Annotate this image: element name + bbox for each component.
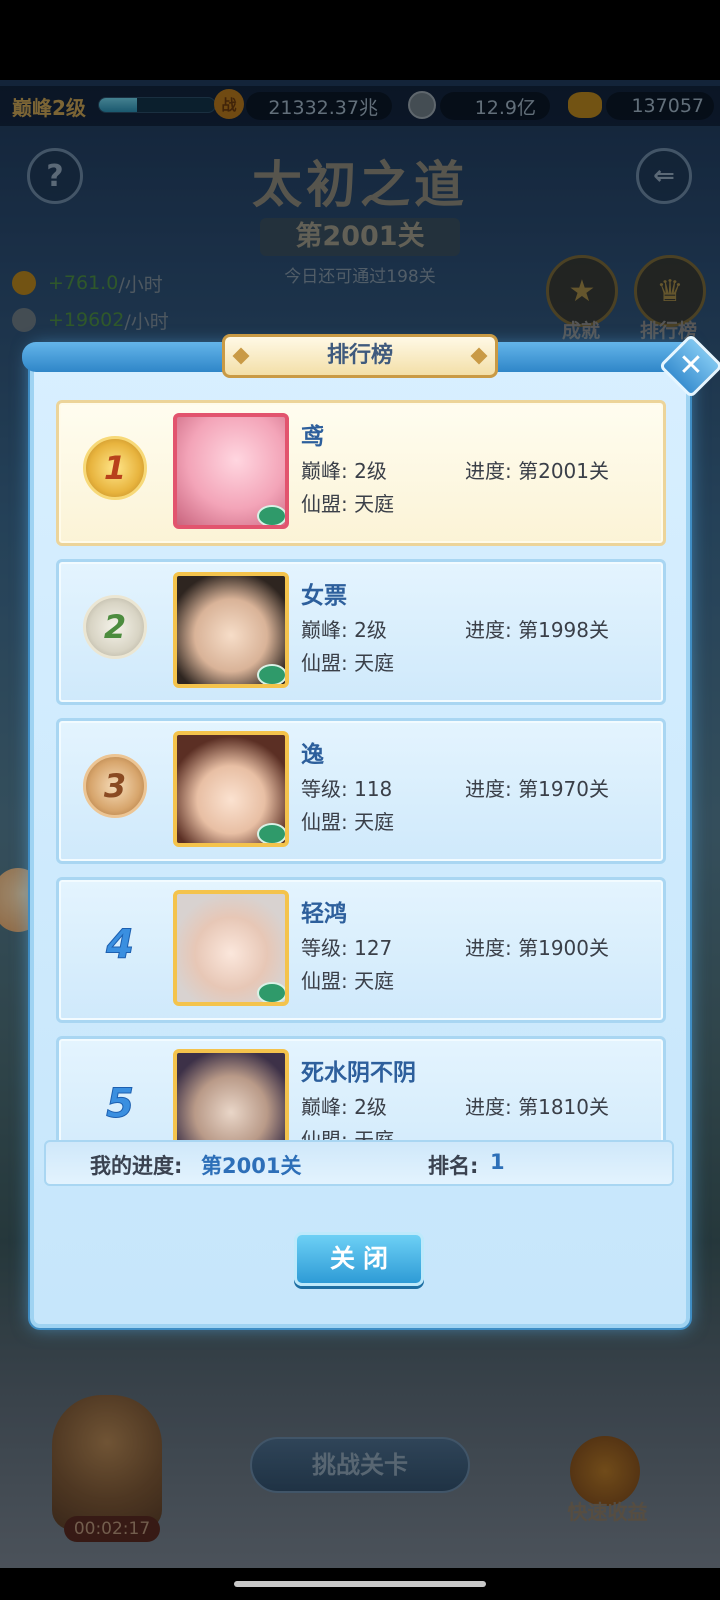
player-level: 巅峰: 2级	[301, 459, 387, 483]
diamond-ornament-right	[470, 347, 488, 365]
player-name: 逸	[301, 742, 324, 768]
panel-title-plate: 排行榜	[222, 334, 498, 378]
silver-medal-icon: 2	[83, 595, 147, 659]
avatar[interactable]	[173, 890, 289, 1006]
player-progress: 进度: 第1998关	[465, 618, 609, 642]
alliance-badge-icon	[257, 505, 285, 525]
alliance-badge-icon	[257, 664, 285, 684]
player-level: 等级: 127	[301, 936, 393, 960]
avatar[interactable]	[173, 731, 289, 847]
player-name: 轻鸿	[301, 901, 347, 927]
bronze-medal-icon: 3	[83, 754, 147, 818]
close-button[interactable]: 关闭	[294, 1232, 424, 1286]
home-indicator[interactable]	[234, 1581, 486, 1587]
close-icon: ✕	[678, 348, 704, 383]
player-alliance: 仙盟: 天庭	[301, 651, 395, 675]
rank-number: 4	[106, 922, 135, 969]
leaderboard-entry[interactable]: 2 女票 巅峰: 2级 进度: 第1998关 仙盟: 天庭	[56, 559, 666, 705]
player-level: 巅峰: 2级	[301, 1095, 387, 1119]
player-level: 等级: 118	[301, 777, 393, 801]
gold-medal-icon: 1	[83, 436, 147, 500]
leaderboard-entry[interactable]: 4 轻鸿 等级: 127 进度: 第1900关 仙盟: 天庭	[56, 877, 666, 1023]
player-progress: 进度: 第1970关	[465, 777, 609, 801]
diamond-ornament-left	[232, 347, 250, 365]
leaderboard-list[interactable]: 1 鸢 巅峰: 2级 进度: 第2001关 仙盟: 天庭 2 女票 巅峰: 2级…	[54, 400, 668, 1158]
player-alliance: 仙盟: 天庭	[301, 969, 395, 993]
alliance-badge-icon	[257, 823, 285, 843]
status-bar-area	[0, 0, 720, 80]
my-rank-value: 1	[490, 1150, 505, 1174]
player-name: 死水阴不阴	[301, 1060, 416, 1086]
avatar[interactable]	[173, 413, 289, 529]
alliance-badge-icon	[257, 982, 285, 1002]
player-alliance: 仙盟: 天庭	[301, 810, 395, 834]
panel-title: 排行榜	[326, 343, 393, 368]
player-progress: 进度: 第1810关	[465, 1095, 609, 1119]
avatar[interactable]	[173, 572, 289, 688]
player-progress: 进度: 第1900关	[465, 936, 609, 960]
player-alliance: 仙盟: 天庭	[301, 492, 395, 516]
my-rank-label: 排名:	[428, 1154, 479, 1178]
rank-number: 5	[106, 1081, 135, 1128]
player-name: 女票	[301, 583, 347, 609]
my-progress-label: 我的进度:	[90, 1154, 183, 1178]
player-level: 巅峰: 2级	[301, 618, 387, 642]
player-progress: 进度: 第2001关	[465, 459, 609, 483]
leaderboard-entry[interactable]: 1 鸢 巅峰: 2级 进度: 第2001关 仙盟: 天庭	[56, 400, 666, 546]
my-progress-value: 第2001关	[201, 1154, 302, 1178]
leaderboard-entry[interactable]: 3 逸 等级: 118 进度: 第1970关 仙盟: 天庭	[56, 718, 666, 864]
player-name: 鸢	[301, 424, 324, 450]
